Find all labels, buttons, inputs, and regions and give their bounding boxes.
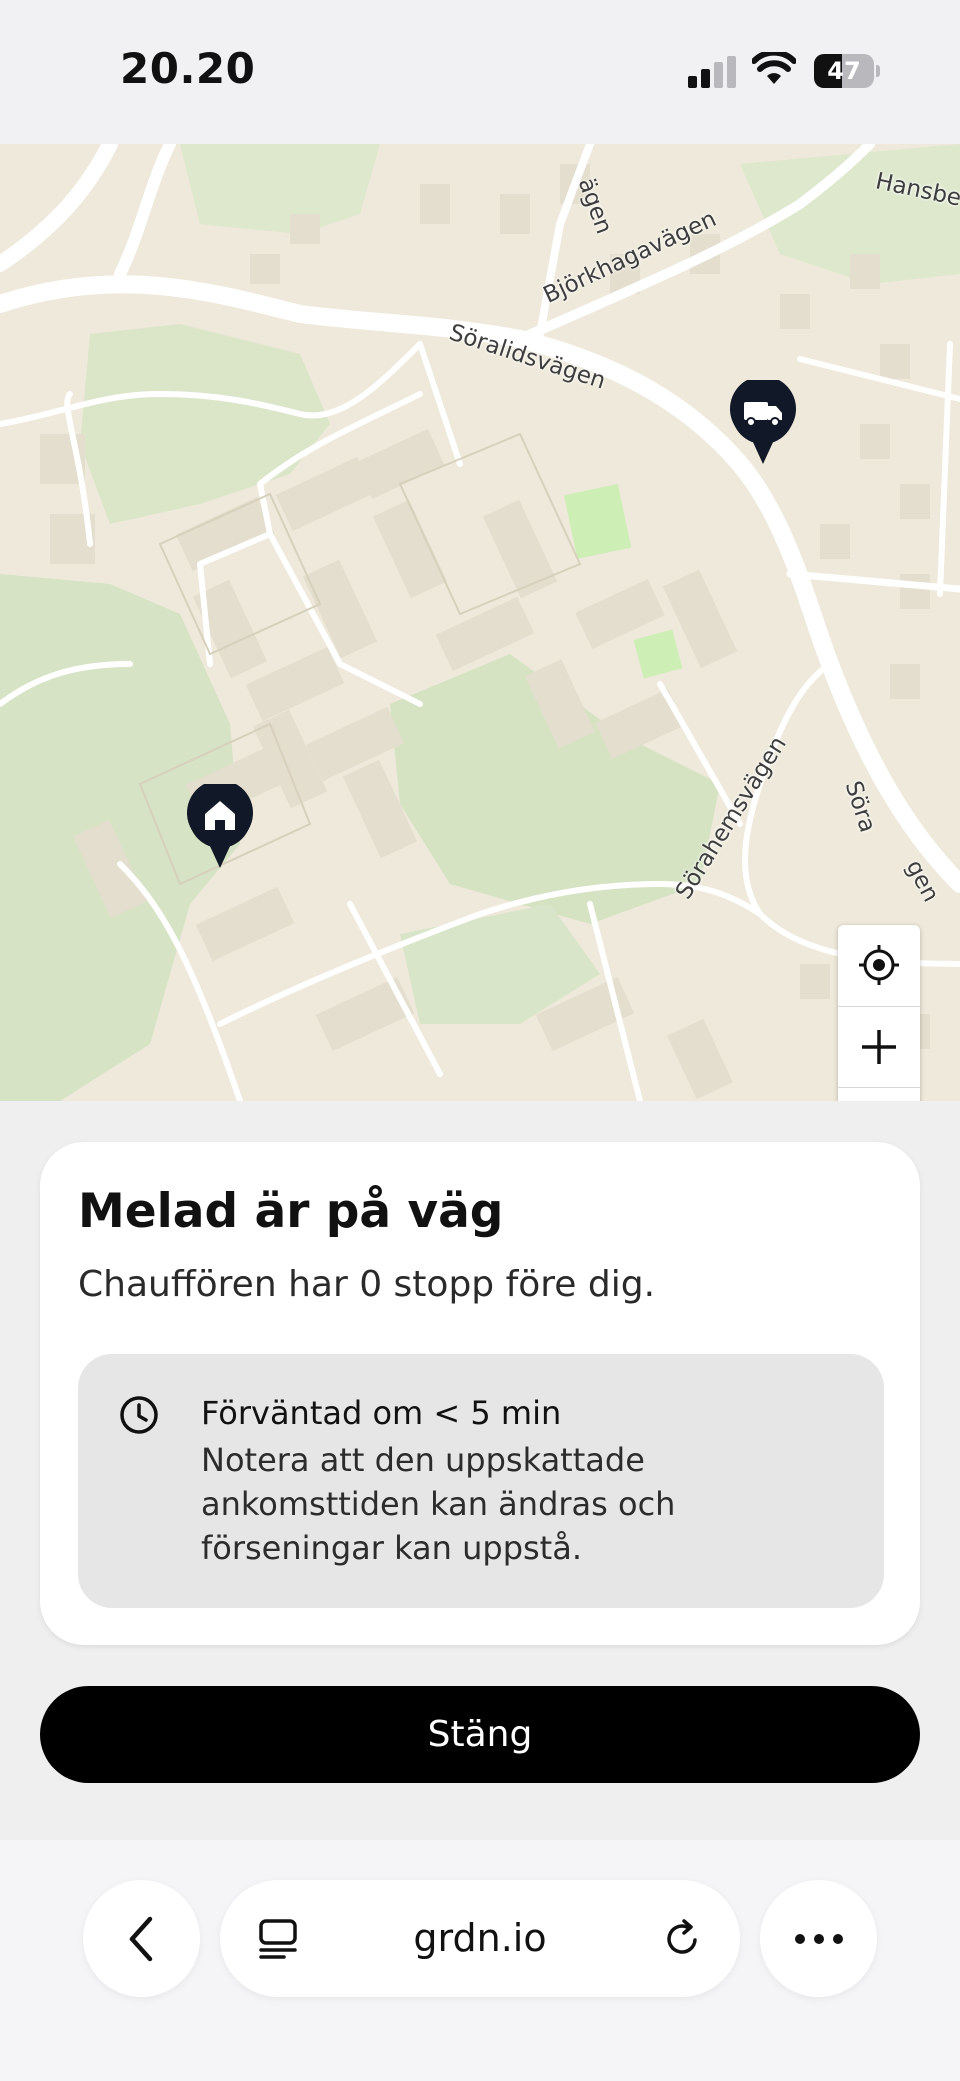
locate-icon — [859, 945, 899, 985]
map-view[interactable]: ägen Björkhagavägen Hansbe Söralidsvägen… — [0, 144, 960, 1101]
delivery-status-card: Melad är på väg Chauffören har 0 stopp f… — [40, 1142, 920, 1645]
browser-toolbar: grdn.io — [0, 1840, 960, 2081]
address-bar[interactable]: grdn.io — [220, 1880, 740, 1997]
clock-icon — [120, 1396, 158, 1434]
locate-button[interactable] — [838, 925, 920, 1005]
chevron-left-icon — [129, 1916, 152, 1961]
battery-indicator: 47 — [814, 54, 880, 88]
card-subtitle: Chauffören har 0 stopp före dig. — [78, 1264, 656, 1305]
more-icon — [794, 1933, 843, 1944]
close-button[interactable]: Stäng — [40, 1686, 920, 1783]
more-button[interactable] — [760, 1880, 877, 1997]
reload-icon[interactable] — [662, 1918, 704, 1960]
clock-time: 20.20 — [120, 44, 256, 93]
status-bar: 20.20 47 — [0, 0, 960, 144]
eta-box: Förväntad om < 5 min Notera att den upps… — [78, 1354, 884, 1608]
map-controls — [838, 925, 920, 1101]
eta-title: Förväntad om < 5 min — [201, 1394, 562, 1432]
zoom-out-button[interactable] — [838, 1087, 920, 1101]
eta-note: Notera att den uppskattade ankomsttiden … — [201, 1441, 676, 1567]
zoom-in-button[interactable] — [838, 1006, 920, 1087]
battery-level: 47 — [827, 57, 861, 85]
truck-icon[interactable] — [730, 380, 796, 464]
plus-icon — [862, 1030, 896, 1064]
back-button[interactable] — [83, 1880, 200, 1997]
home-icon[interactable] — [187, 784, 253, 868]
map-tiles — [0, 144, 960, 1101]
wifi-icon — [752, 52, 796, 84]
card-title: Melad är på väg — [78, 1184, 504, 1239]
cellular-signal-icon — [688, 56, 736, 88]
